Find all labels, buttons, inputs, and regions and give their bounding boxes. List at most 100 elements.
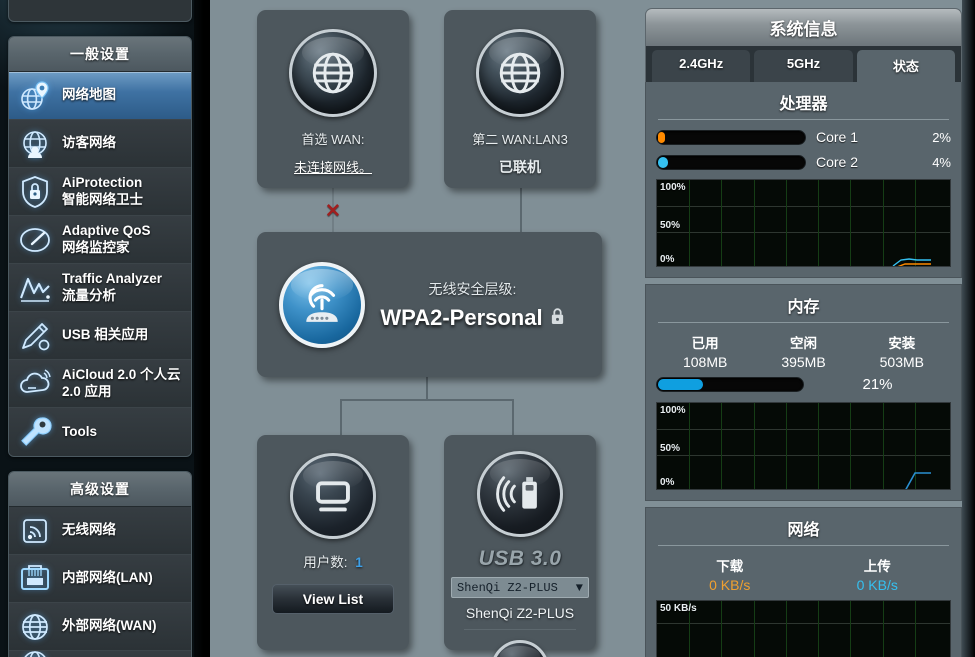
router-node[interactable]: 无线安全层级: WPA2-Personal — [257, 232, 602, 377]
memory-bar — [656, 377, 804, 392]
cpu-divider — [658, 119, 949, 120]
sidebar-item-wan[interactable]: 外部网络(WAN) — [9, 603, 191, 651]
wan-primary-title: 首选 WAN: — [301, 132, 365, 147]
router-security-label: 无线安全层级: — [428, 280, 517, 297]
router-security-value: WPA2-Personal — [380, 304, 543, 330]
sidebar-group-title-advanced: 高级设置 — [9, 472, 191, 507]
usb-device-name: ShenQi Z2-PLUS — [465, 605, 575, 621]
cpu-card: 处理器 Core 1 2% Core 2 4% 100% 50% 0% — [645, 82, 962, 278]
cpu-core2-name: Core 2 — [816, 154, 859, 170]
memory-used: 已用 108MB — [656, 332, 754, 370]
sidebar-item-traffic-analyzer[interactable]: Traffic Analyzer 流量分析 — [9, 264, 191, 312]
sidebar-group-advanced: 高级设置 无线网络 内部网络(LAN) 外部网络(WAN) — [8, 471, 192, 657]
chevron-down-icon: ▼ — [575, 580, 583, 595]
sidebar-item-aiprotection[interactable]: AiProtection 智能网络卫士 — [9, 168, 191, 216]
wan-primary-icon-wrap — [267, 29, 399, 117]
cpu-graph-lines — [892, 258, 931, 266]
sidebar: 一般设置 网络地图 访客网络 AiProtection 智能网络卫士 Adapt… — [0, 0, 200, 657]
cpu-core1-bar-fill — [658, 131, 665, 143]
usb-divider — [464, 629, 576, 630]
tab-5ghz[interactable]: 5GHz — [754, 50, 853, 82]
clients-node[interactable]: 用户数: 1 View List — [257, 435, 409, 650]
router-downlink-bus — [340, 399, 513, 401]
usb-wireless-icon-secondary — [491, 640, 549, 657]
system-info-title: 系统信息 — [645, 8, 962, 46]
memory-usage-graph: 100% 50% 0% — [656, 402, 951, 490]
sidebar-item-network-map[interactable]: 网络地图 — [9, 72, 191, 120]
sidebar-group-general: 一般设置 网络地图 访客网络 AiProtection 智能网络卫士 Adapt… — [8, 36, 192, 457]
sidebar-item-label: Tools — [62, 423, 97, 439]
right-edge-border — [962, 0, 975, 657]
network-title: 网络 — [787, 522, 820, 539]
globe-icon — [476, 29, 564, 117]
traffic-chart-icon — [17, 270, 53, 306]
view-list-button[interactable]: View List — [272, 584, 394, 614]
wan-primary-node[interactable]: 首选 WAN: 未连接网线。 — [257, 10, 409, 188]
sidebar-item-adaptive-qos[interactable]: Adaptive QoS 网络监控家 — [9, 216, 191, 264]
memory-installed: 安装 503MB — [853, 332, 951, 370]
memory-bar-row: 21% — [656, 376, 951, 393]
network-upload-label: 上传 — [863, 559, 891, 574]
sidebar-item-label: AiProtection 智能网络卫士 — [62, 175, 143, 207]
clients-label: 用户数: — [303, 555, 348, 570]
cpu-core1-bar — [656, 129, 806, 145]
sidebar-item-label: USB 相关应用 — [62, 327, 149, 343]
wan-secondary-icon-wrap — [454, 29, 586, 117]
network-download-label: 下载 — [716, 559, 744, 574]
wan-secondary-link-line — [520, 186, 522, 234]
sidebar-item-guest-network[interactable]: 访客网络 — [9, 120, 191, 168]
router-icon — [279, 261, 365, 348]
usb-secondary-icon-wrap — [450, 640, 590, 657]
wifi-icon — [17, 513, 53, 549]
sidebar-item-lan[interactable]: 内部网络(LAN) — [9, 555, 191, 603]
clients-count-row: 用户数: 1 — [267, 551, 399, 571]
wan-primary-status[interactable]: 未连接网线。 — [267, 157, 399, 176]
memory-title: 内存 — [787, 299, 820, 316]
network-graph-ytick-50: 50 KB/s — [660, 603, 697, 614]
network-stats: 下载 0 KB/s 上传 0 KB/s — [656, 555, 951, 593]
network-map-icon — [17, 78, 53, 114]
network-traffic-graph: 50 KB/s — [656, 600, 951, 657]
usb-icon-wrap — [450, 451, 590, 537]
sidebar-item-label: 访客网络 — [62, 135, 116, 151]
system-information-panel: 系统信息 2.4GHz 5GHz 状态 处理器 Core 1 2% Core 2 — [645, 8, 962, 657]
memory-stats: 已用 108MB 空闲 395MB 安装 503MB — [656, 332, 951, 370]
memory-free: 空闲 395MB — [754, 332, 852, 370]
sidebar-item-usb-application[interactable]: USB 相关应用 — [9, 312, 191, 360]
cpu-core2-bar-fill — [658, 156, 668, 168]
cpu-core-row: Core 1 2% — [656, 129, 951, 145]
wan-secondary-node[interactable]: 第二 WAN:LAN3 已联机 — [444, 10, 596, 188]
tab-status[interactable]: 状态 — [856, 50, 955, 82]
clients-icon-wrap — [267, 453, 399, 539]
tab-24ghz[interactable]: 2.4GHz — [652, 50, 751, 82]
wan-secondary-title: 第二 WAN:LAN3 — [472, 132, 568, 147]
network-upload: 上传 0 KB/s — [804, 555, 952, 593]
sidebar-block-partial — [8, 0, 192, 22]
memory-bar-fill — [658, 379, 704, 390]
usb-node[interactable]: USB 3.0 ShenQi Z2-PLUS ▼ ShenQi Z2-PLUS — [444, 435, 596, 657]
sidebar-item-tools[interactable]: Tools — [9, 408, 191, 456]
cpu-usage-graph: 100% 50% 0% — [656, 179, 951, 267]
guest-network-icon — [17, 126, 53, 162]
cloud-icon — [17, 366, 53, 402]
sidebar-item-wireless[interactable]: 无线网络 — [9, 507, 191, 555]
network-download-value: 0 KB/s — [709, 577, 751, 593]
memory-percent: 21% — [862, 376, 893, 393]
sidebar-item-ipv6[interactable]: IPV6 IPv6 — [9, 651, 191, 657]
usb-device-select[interactable]: ShenQi Z2-PLUS ▼ — [451, 577, 589, 598]
router-downlink-stem — [426, 376, 428, 400]
cpu-core2-bar — [656, 154, 806, 170]
monitor-icon — [290, 453, 376, 539]
wan-disconnected-x-icon: ✕ — [325, 201, 341, 222]
usb-title: USB 3.0 — [478, 547, 562, 570]
cpu-core1-name: Core 1 — [816, 129, 859, 145]
wan-secondary-status: 已联机 — [499, 159, 541, 175]
shield-lock-icon — [17, 174, 53, 210]
sidebar-item-label: 外部网络(WAN) — [62, 618, 157, 634]
gauge-icon — [17, 222, 53, 258]
memory-graph-line — [905, 472, 931, 489]
network-map: ✕ 首选 WAN: 未连接网线。 第二 WAN:LAN3 已联机 无线安全层级:… — [210, 0, 640, 657]
clients-count: 1 — [355, 555, 363, 570]
sidebar-item-aicloud[interactable]: AiCloud 2.0 个人云 2.0 应用 — [9, 360, 191, 408]
usb-pen-icon — [17, 318, 53, 354]
